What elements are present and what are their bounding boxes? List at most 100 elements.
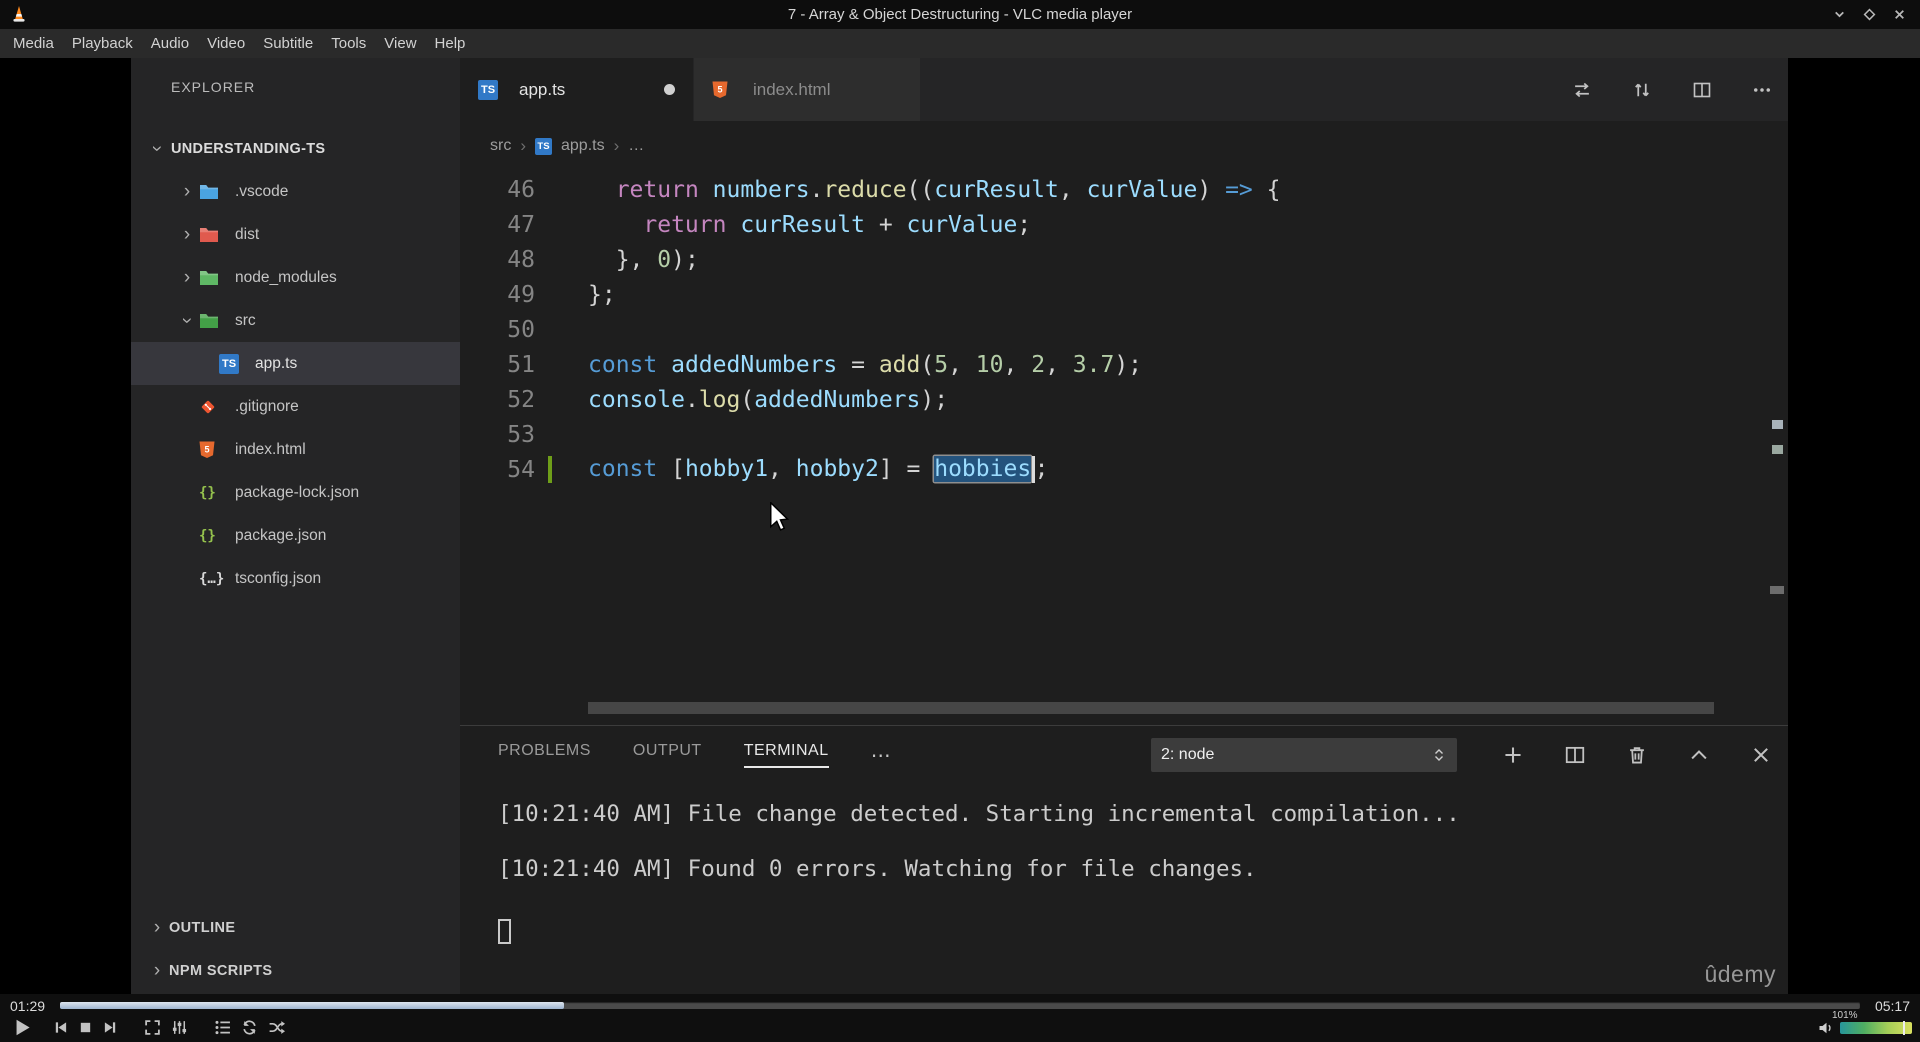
explorer-root[interactable]: › UNDERSTANDING-TS bbox=[131, 127, 460, 170]
close-button[interactable] bbox=[1893, 8, 1906, 21]
kill-terminal-icon[interactable] bbox=[1626, 744, 1648, 766]
chevron-down-icon: › bbox=[146, 145, 168, 152]
folder-icon bbox=[199, 226, 231, 243]
explorer-item-dist[interactable]: › dist bbox=[131, 213, 460, 256]
explorer-item-vscode[interactable]: › .vscode bbox=[131, 170, 460, 213]
terminal-line: [10:21:40 AM] Found 0 errors. Watching f… bbox=[498, 856, 1257, 882]
seek-slider[interactable] bbox=[60, 1002, 1860, 1009]
explorer-item-package-json[interactable]: ›{}package.json bbox=[131, 514, 460, 557]
panel-tabs: PROBLEMS OUTPUT TERMINAL ⋯ bbox=[498, 734, 891, 776]
new-terminal-icon[interactable] bbox=[1502, 744, 1524, 766]
open-changes-icon[interactable] bbox=[1572, 80, 1592, 100]
json-file-icon: {} bbox=[199, 484, 216, 501]
explorer-item-gitignore[interactable]: ›.gitignore bbox=[131, 385, 460, 428]
explorer-item-label: package.json bbox=[235, 526, 327, 544]
total-time: 05:17 bbox=[1874, 997, 1910, 1014]
seek-row: 01:29 05:17 bbox=[0, 994, 1920, 1014]
explorer-item-package-lock-json[interactable]: ›{}package-lock.json bbox=[131, 471, 460, 514]
explorer-sections: › OUTLINE › NPM SCRIPTS bbox=[131, 906, 460, 992]
gutter bbox=[535, 347, 555, 382]
more-actions-icon[interactable] bbox=[1752, 80, 1772, 100]
code-line-46[interactable]: 46 return numbers.reduce((curResult, cur… bbox=[460, 172, 1770, 207]
panel-tab-terminal[interactable]: TERMINAL bbox=[743, 742, 829, 768]
chevron-right-icon: › bbox=[183, 224, 191, 245]
menu-subtitle[interactable]: Subtitle bbox=[254, 29, 322, 58]
vlc-logo-icon bbox=[10, 5, 28, 24]
menu-playback[interactable]: Playback bbox=[63, 29, 142, 58]
terminal-output[interactable]: [10:21:40 AM] File change detected. Star… bbox=[498, 801, 1460, 944]
gutter bbox=[535, 417, 555, 452]
panel-tab-output[interactable]: OUTPUT bbox=[633, 742, 702, 768]
explorer-item-label: index.html bbox=[235, 440, 306, 458]
code-line-51[interactable]: 51 const addedNumbers = add(5, 10, 2, 3.7… bbox=[460, 347, 1770, 382]
tab-index-html[interactable]: 5 index.html bbox=[694, 58, 921, 121]
explorer-item-app-ts[interactable]: ›TSapp.ts bbox=[131, 342, 460, 385]
shuffle-button[interactable] bbox=[268, 1019, 285, 1036]
code-line-53[interactable]: 53 bbox=[460, 417, 1770, 452]
code-line-52[interactable]: 52 console.log(addedNumbers); bbox=[460, 382, 1770, 417]
previous-button[interactable] bbox=[53, 1020, 68, 1035]
horizontal-scrollbar[interactable] bbox=[588, 702, 1714, 714]
chevron-right-icon: › bbox=[183, 181, 191, 202]
section-npm-scripts[interactable]: › NPM SCRIPTS bbox=[131, 949, 460, 992]
playlist-button[interactable] bbox=[214, 1019, 231, 1036]
tab-label: index.html bbox=[753, 79, 831, 99]
explorer-item-tsconfig-json[interactable]: ›{…}tsconfig.json bbox=[131, 557, 460, 600]
terminal-shell-select[interactable]: 2: node bbox=[1151, 738, 1457, 772]
explorer-header: EXPLORER bbox=[171, 79, 256, 95]
breadcrumb-src[interactable]: src bbox=[490, 137, 511, 155]
breadcrumb-file[interactable]: app.ts bbox=[561, 137, 605, 155]
code-line-50[interactable]: 50 bbox=[460, 312, 1770, 347]
code-line-47[interactable]: 47 return curResult + curValue; bbox=[460, 207, 1770, 242]
play-button[interactable] bbox=[13, 1018, 32, 1037]
explorer-item-index-html[interactable]: ›5index.html bbox=[131, 428, 460, 471]
editor-tabs: TS app.ts 5 index.html bbox=[460, 58, 921, 121]
html-file-icon: 5 bbox=[199, 441, 231, 459]
folder-icon bbox=[199, 269, 231, 286]
maximize-panel-icon[interactable] bbox=[1688, 744, 1710, 766]
panel-tab-problems[interactable]: PROBLEMS bbox=[498, 742, 591, 768]
line-number: 49 bbox=[507, 281, 535, 308]
video-frame[interactable]: EXPLORER › UNDERSTANDING-TS › .vscode › dis… bbox=[131, 58, 1788, 994]
gutter bbox=[535, 277, 555, 312]
menu-video[interactable]: Video bbox=[198, 29, 254, 58]
gutter bbox=[535, 312, 555, 347]
split-terminal-icon[interactable] bbox=[1564, 744, 1586, 766]
explorer-item-node-modules[interactable]: › node_modules bbox=[131, 256, 460, 299]
menu-help[interactable]: Help bbox=[426, 29, 475, 58]
vlc-titlebar: 7 - Array & Object Destructuring - VLC m… bbox=[0, 0, 1920, 29]
menu-view[interactable]: View bbox=[375, 29, 425, 58]
code-area[interactable]: 46 return numbers.reduce((curResult, cur… bbox=[460, 172, 1770, 487]
line-number: 52 bbox=[507, 386, 535, 413]
loop-button[interactable] bbox=[241, 1019, 258, 1036]
menu-media[interactable]: Media bbox=[4, 29, 63, 58]
volume-icon[interactable] bbox=[1818, 1020, 1834, 1036]
line-number: 53 bbox=[507, 421, 535, 448]
code-line-49[interactable]: 49}; bbox=[460, 277, 1770, 312]
menu-tools[interactable]: Tools bbox=[322, 29, 375, 58]
gutter bbox=[535, 207, 555, 242]
close-panel-icon[interactable] bbox=[1750, 744, 1772, 766]
unsaved-dot-icon[interactable] bbox=[664, 84, 675, 95]
breadcrumb-separator: › bbox=[613, 136, 620, 155]
explorer-item-label: dist bbox=[235, 225, 260, 243]
explorer-item-src[interactable]: › src bbox=[131, 299, 460, 342]
volume-slider[interactable] bbox=[1840, 1020, 1912, 1035]
video-stage: EXPLORER › UNDERSTANDING-TS › .vscode › dis… bbox=[0, 58, 1920, 994]
line-number: 48 bbox=[507, 246, 535, 273]
split-editor-icon[interactable] bbox=[1692, 80, 1712, 100]
tab-app-ts[interactable]: TS app.ts bbox=[460, 58, 694, 121]
code-line-54[interactable]: 54 const [hobby1, hobby2] = hobbies; bbox=[460, 452, 1770, 487]
next-button[interactable] bbox=[103, 1020, 118, 1035]
stop-button[interactable] bbox=[78, 1020, 93, 1035]
fullscreen-button[interactable] bbox=[144, 1019, 161, 1036]
minimize-button[interactable] bbox=[1833, 8, 1846, 21]
panel-more-icon[interactable]: ⋯ bbox=[871, 743, 892, 768]
menu-audio[interactable]: Audio bbox=[142, 29, 198, 58]
maximize-button[interactable] bbox=[1863, 8, 1876, 21]
breadcrumb-symbol[interactable]: … bbox=[628, 137, 644, 155]
extended-settings-button[interactable] bbox=[171, 1019, 188, 1036]
section-outline[interactable]: › OUTLINE bbox=[131, 906, 460, 949]
code-line-48[interactable]: 48 }, 0); bbox=[460, 242, 1770, 277]
compare-changes-icon[interactable] bbox=[1632, 80, 1652, 100]
